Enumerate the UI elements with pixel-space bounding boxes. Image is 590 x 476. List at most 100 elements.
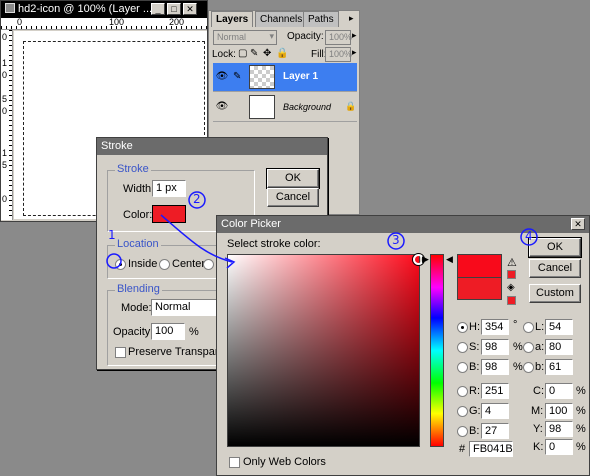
opacity-unit: % bbox=[189, 326, 199, 338]
saturation-input[interactable]: 98 bbox=[481, 339, 509, 355]
lab-b-radio[interactable] bbox=[523, 362, 534, 373]
blue-radio[interactable] bbox=[457, 426, 468, 437]
tab-layers[interactable]: Layers bbox=[211, 11, 254, 27]
color-picker-ok-button[interactable]: OK bbox=[528, 237, 582, 258]
cmyk-label: M: bbox=[531, 405, 544, 417]
rgb-label: G: bbox=[469, 405, 481, 417]
ruler-tick-label: 1 bbox=[2, 58, 8, 68]
ruler-tick-label: 1 bbox=[2, 148, 8, 158]
ruler-tick-label: 0 bbox=[2, 106, 8, 116]
hue-slider[interactable] bbox=[430, 254, 444, 447]
stroke-group-label: Stroke bbox=[115, 163, 151, 175]
only-web-colors-label: Only Web Colors bbox=[243, 456, 326, 468]
cyan-input[interactable]: 0 bbox=[545, 383, 573, 399]
eye-icon[interactable]: 👁 bbox=[215, 71, 229, 83]
new-color-swatch bbox=[457, 254, 502, 277]
blend-mode-value: Normal bbox=[217, 32, 247, 42]
move-icon[interactable]: ✥ bbox=[263, 48, 271, 59]
minimize-button[interactable]: _ bbox=[151, 3, 165, 15]
fill-field[interactable]: 100% bbox=[325, 47, 352, 62]
location-group-label: Location bbox=[115, 238, 161, 250]
layer-row[interactable]: 👁 ✎ Layer 1 bbox=[213, 63, 357, 92]
brightness-input[interactable]: 98 bbox=[481, 359, 509, 375]
layer-thumbnail bbox=[249, 65, 275, 89]
lab-l-input[interactable]: 54 bbox=[545, 319, 573, 335]
layer-row[interactable]: 👁 Background 🔒 bbox=[213, 93, 357, 122]
green-input[interactable]: 4 bbox=[481, 403, 509, 419]
hue-slider-arrow-left[interactable]: ▶ bbox=[422, 254, 429, 265]
tab-paths[interactable]: Paths bbox=[303, 11, 339, 27]
red-input[interactable]: 251 bbox=[481, 383, 509, 399]
preserve-transparency-checkbox[interactable] bbox=[115, 347, 126, 358]
eye-icon[interactable]: 👁 bbox=[215, 101, 229, 113]
hsb-label: H: bbox=[469, 321, 480, 333]
hue-radio[interactable] bbox=[457, 322, 468, 333]
blue-input[interactable]: 27 bbox=[481, 423, 509, 439]
stroke-color-swatch[interactable] bbox=[152, 205, 186, 223]
color-picker-cancel-button[interactable]: Cancel bbox=[529, 259, 581, 278]
green-radio[interactable] bbox=[457, 406, 468, 417]
magenta-input[interactable]: 100 bbox=[545, 403, 573, 419]
lab-a-radio[interactable] bbox=[523, 342, 534, 353]
hsb-unit: ° bbox=[513, 319, 518, 331]
fill-arrow-icon[interactable]: ▸ bbox=[352, 47, 357, 58]
saturation-radio[interactable] bbox=[457, 342, 468, 353]
rgb-label: R: bbox=[469, 385, 480, 397]
current-color-swatch[interactable] bbox=[457, 277, 502, 300]
ruler-tick-label: 0 bbox=[2, 32, 8, 42]
brightness-radio[interactable] bbox=[457, 362, 468, 373]
lab-a-input[interactable]: 80 bbox=[545, 339, 573, 355]
stroke-cancel-button[interactable]: Cancel bbox=[267, 188, 319, 207]
palette-menu-icon[interactable]: ▸ bbox=[349, 13, 354, 24]
brush-icon[interactable]: ✎ bbox=[250, 48, 258, 59]
location-inside-radio[interactable] bbox=[115, 259, 126, 270]
lab-b-input[interactable]: 61 bbox=[545, 359, 573, 375]
opacity-label: Opacity: bbox=[113, 326, 154, 338]
blend-mode-select[interactable]: Normal ▾ bbox=[213, 30, 277, 45]
gamut-swatch[interactable] bbox=[507, 270, 516, 279]
tab-channels[interactable]: Channels bbox=[255, 11, 308, 27]
close-button[interactable]: ✕ bbox=[183, 3, 197, 15]
cmyk-unit: % bbox=[576, 405, 586, 417]
width-input[interactable]: 1 px bbox=[152, 180, 186, 197]
custom-colors-button[interactable]: Custom bbox=[529, 284, 581, 303]
black-input[interactable]: 0 bbox=[545, 439, 573, 455]
lock-icon[interactable]: 🔒 bbox=[276, 48, 288, 59]
location-inside-label: Inside bbox=[128, 258, 158, 270]
color-picker-title-text: Color Picker bbox=[221, 218, 281, 230]
location-outside-radio[interactable] bbox=[203, 259, 214, 270]
opacity-arrow-icon[interactable]: ▸ bbox=[352, 30, 357, 41]
saturation-brightness-field[interactable] bbox=[227, 254, 420, 447]
annotation-number: 3 bbox=[392, 233, 400, 247]
ruler-tick-label: 0 bbox=[2, 70, 8, 80]
red-radio[interactable] bbox=[457, 386, 468, 397]
hsb-unit: % bbox=[513, 341, 523, 353]
only-web-colors-checkbox[interactable] bbox=[229, 457, 240, 468]
stroke-dialog-title[interactable]: Stroke bbox=[97, 138, 327, 155]
maximize-button[interactable]: □ bbox=[167, 3, 181, 15]
hex-input[interactable]: FB041B bbox=[469, 441, 513, 457]
layer-name: Layer 1 bbox=[283, 71, 319, 82]
blending-group-label: Blending bbox=[115, 283, 162, 295]
close-icon[interactable]: ✕ bbox=[571, 218, 585, 230]
hue-input[interactable]: 354 bbox=[481, 319, 509, 335]
cmyk-unit: % bbox=[576, 423, 586, 435]
ruler-tick-label: 0 bbox=[2, 194, 8, 204]
layer-opacity-field[interactable]: 100% bbox=[325, 30, 352, 45]
location-center-radio[interactable] bbox=[159, 259, 170, 270]
color-picker-title[interactable]: Color Picker bbox=[217, 216, 589, 233]
cmyk-label: Y: bbox=[533, 423, 543, 435]
mode-select[interactable]: Normal bbox=[151, 299, 217, 316]
stroke-ok-button[interactable]: OK bbox=[266, 168, 320, 189]
web-safe-icon[interactable]: ◈ bbox=[507, 282, 515, 293]
lock-transparency-icon[interactable]: ▢ bbox=[238, 48, 247, 59]
hsb-unit: % bbox=[513, 361, 523, 373]
opacity-input[interactable]: 100 bbox=[151, 323, 185, 340]
web-safe-swatch[interactable] bbox=[507, 296, 516, 305]
lock-icon: 🔒 bbox=[345, 101, 357, 111]
yellow-input[interactable]: 98 bbox=[545, 421, 573, 437]
hue-slider-arrow-right[interactable]: ◀ bbox=[446, 254, 453, 265]
gamut-warning-icon[interactable]: ⚠ bbox=[507, 256, 517, 269]
lab-l-radio[interactable] bbox=[523, 322, 534, 333]
cmyk-label: C: bbox=[533, 385, 544, 397]
